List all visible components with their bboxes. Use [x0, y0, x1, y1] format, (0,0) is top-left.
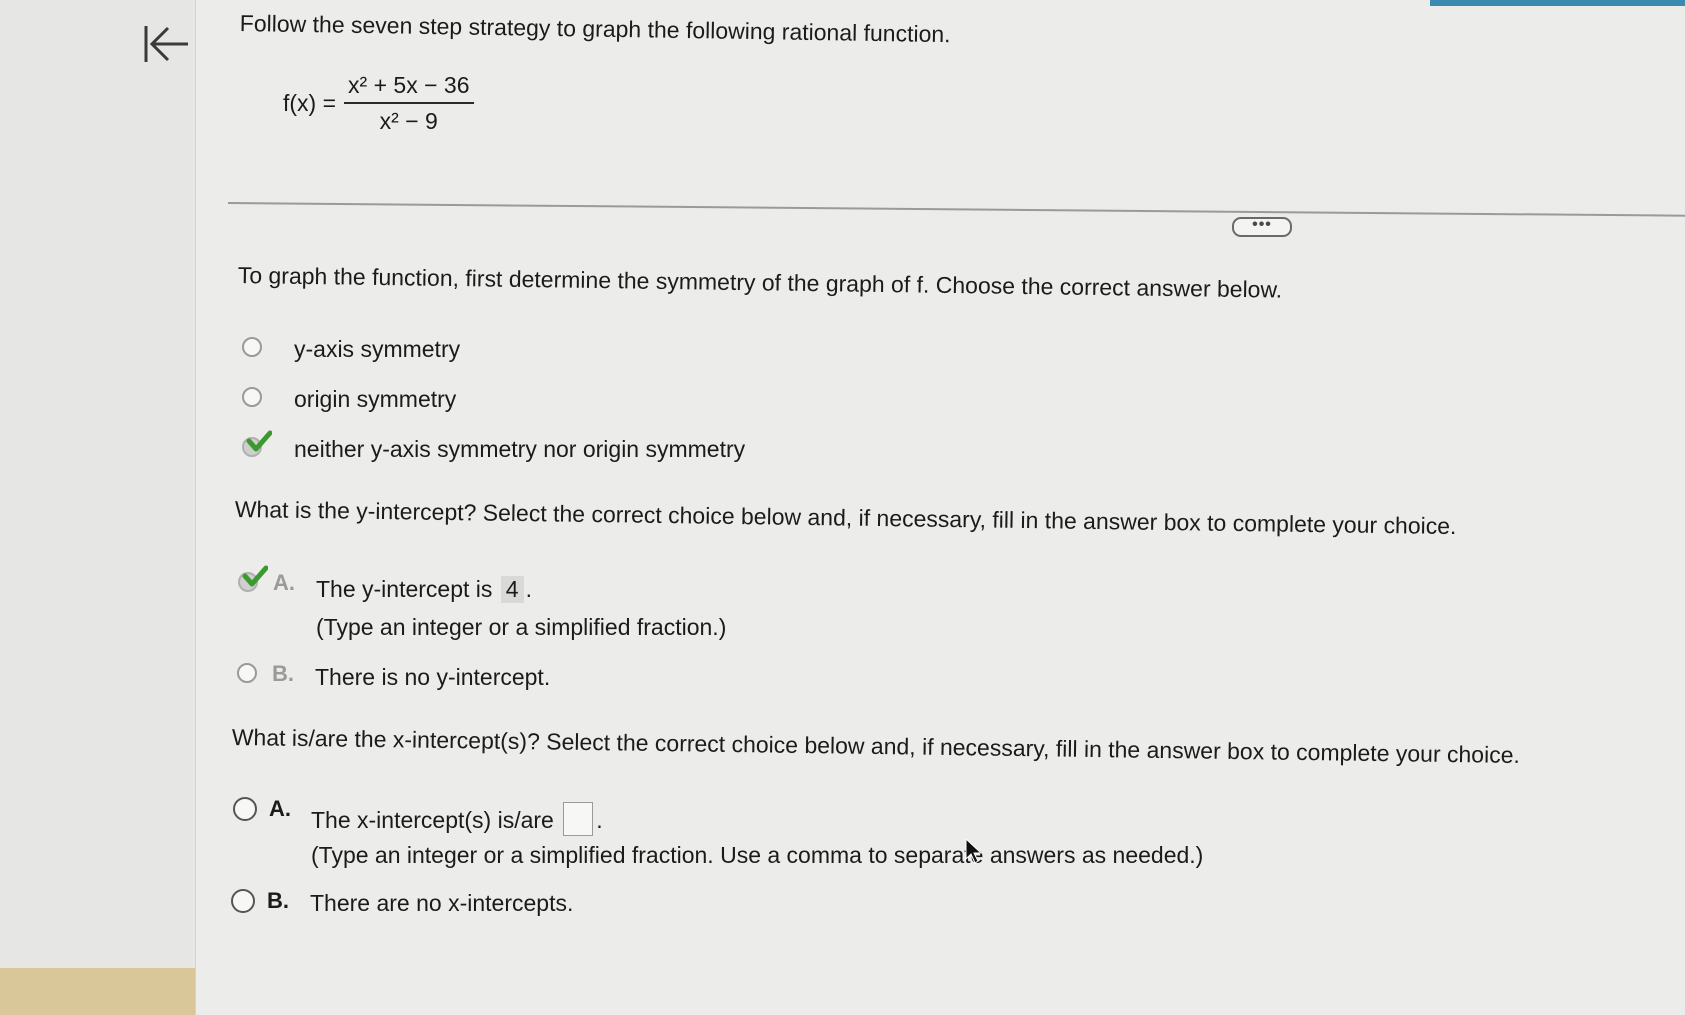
q2-choice-a-text: The y-intercept is — [316, 576, 493, 602]
q1-option-origin-radio[interactable] — [242, 387, 262, 407]
q1-prompt: To graph the function, first determine t… — [237, 262, 1283, 303]
more-options-button[interactable]: ••• — [1232, 217, 1292, 237]
q2-choice-a-line[interactable]: The y-intercept is 4. — [316, 576, 532, 603]
q2-choice-b-letter: B. — [272, 661, 294, 686]
q2-prompt: What is the y-intercept? Select the corr… — [234, 496, 1457, 540]
q2-choice-a-period: . — [525, 576, 532, 602]
q2-choice-b-radio[interactable] — [237, 663, 257, 683]
q1-option-neither-label[interactable]: neither y-axis symmetry nor origin symme… — [294, 436, 745, 463]
q3-choice-a-radio[interactable] — [233, 797, 257, 821]
q3-choice-b-radio[interactable] — [231, 889, 255, 913]
q3-choice-b-text[interactable]: There are no x-intercepts. — [310, 890, 573, 917]
q1-option-y-axis-label[interactable]: y-axis symmetry — [294, 336, 460, 363]
q3-choice-a-text: The x-intercept(s) is/are — [311, 807, 554, 833]
formula-fraction: x² + 5x − 36 x² − 9 — [344, 68, 474, 138]
y-intercept-answer-box[interactable]: 4 — [500, 576, 524, 603]
q3-choice-a-hint: (Type an integer or a simplified fractio… — [311, 842, 1204, 868]
q3-choice-a-line[interactable]: The x-intercept(s) is/are . — [311, 802, 603, 836]
q3-prompt: What is/are the x-intercept(s)? Select t… — [231, 724, 1521, 768]
section-divider — [227, 202, 1685, 217]
instruction-text: Follow the seven step strategy to graph … — [239, 10, 951, 48]
formula-lhs: f(x) = — [283, 89, 337, 116]
x-intercept-answer-box[interactable] — [563, 802, 594, 836]
formula-denominator: x² − 9 — [379, 108, 438, 134]
mouse-cursor-icon — [965, 838, 983, 864]
check-icon — [242, 565, 268, 587]
q3-choice-a-period: . — [596, 807, 603, 833]
q3-choice-b-letter: B. — [267, 888, 289, 913]
q2-choice-b-text[interactable]: There is no y-intercept. — [315, 664, 550, 691]
q1-option-y-axis-radio[interactable] — [242, 337, 262, 357]
function-formula: f(x) = x² + 5x − 36 x² − 9 — [283, 68, 474, 138]
q1-option-origin-label[interactable]: origin symmetry — [294, 386, 456, 413]
check-icon — [246, 430, 272, 452]
q2-choice-a-letter: A. — [273, 570, 295, 595]
formula-numerator: x² + 5x − 36 — [344, 68, 474, 104]
q3-choice-a-letter: A. — [269, 796, 291, 821]
question-content: Follow the seven step strategy to graph … — [0, 0, 1685, 1015]
q2-choice-a-hint: (Type an integer or a simplified fractio… — [316, 614, 727, 640]
